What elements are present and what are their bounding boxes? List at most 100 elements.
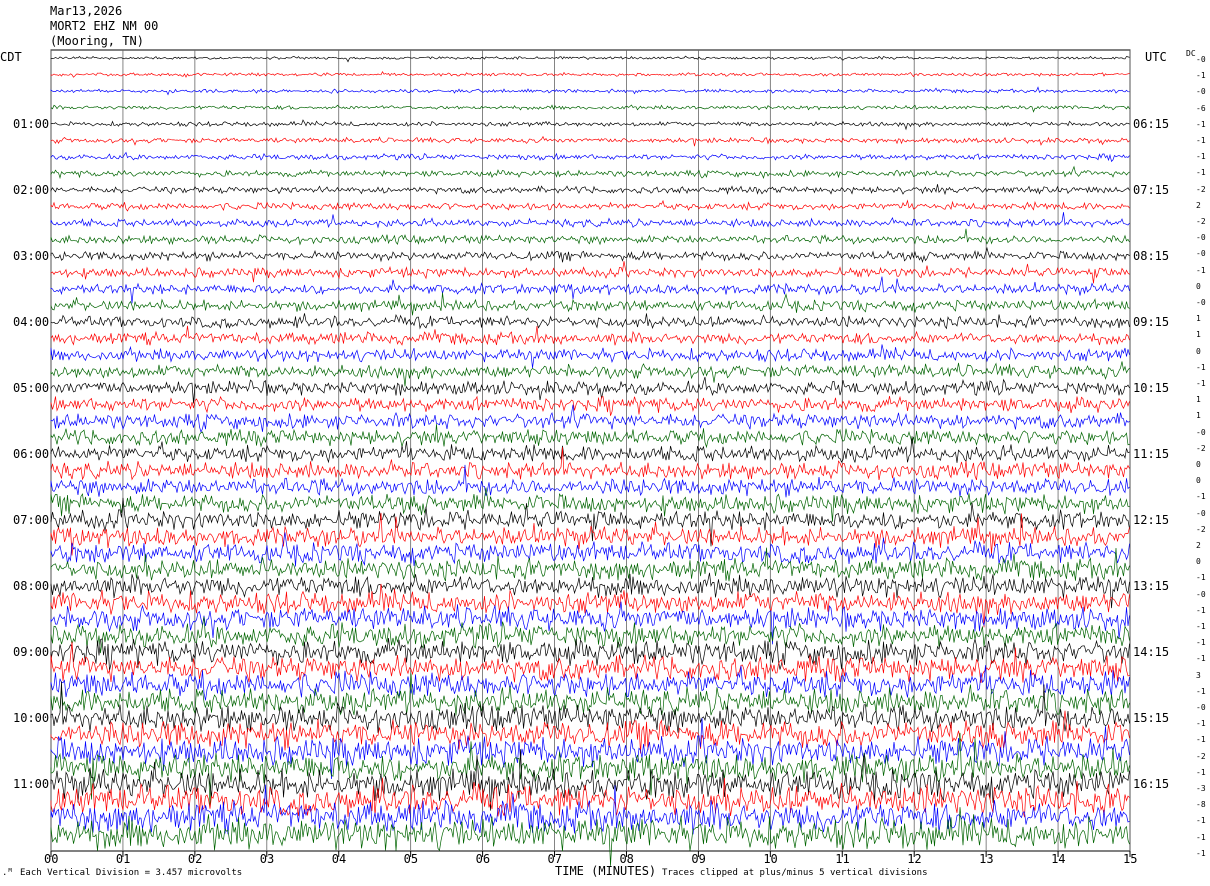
x-tick-label: 11: [835, 852, 850, 866]
dc-offset-value: 1: [1196, 411, 1201, 421]
clip-note: Traces clipped at plus/minus 5 vertical …: [662, 868, 928, 878]
x-tick-label: 06: [475, 852, 491, 866]
dc-offset-value: 0: [1196, 281, 1201, 291]
utc-hour-label: 14:15: [1133, 645, 1170, 659]
dc-offset-value: -1: [1196, 767, 1206, 777]
dc-offset-value: -1: [1196, 265, 1206, 275]
dc-offset-value: 0: [1196, 460, 1201, 469]
x-tick-label: 13: [979, 852, 994, 866]
dc-offset-value: -1: [1196, 379, 1206, 388]
x-tick-label: 09: [691, 852, 706, 866]
seismic-trace: [50, 376, 1130, 404]
seismic-trace: [50, 464, 1130, 498]
seismic-trace: [50, 673, 1130, 716]
utc-hour-label: 07:15: [1133, 183, 1170, 197]
dc-offset-value: -0: [1196, 87, 1206, 97]
seismic-trace: [50, 497, 1130, 547]
dc-offset-value: -2: [1196, 524, 1206, 534]
dc-offset-value: 2: [1196, 200, 1201, 210]
dc-offset-value: -1: [1196, 605, 1206, 615]
seismic-trace: [50, 572, 1130, 609]
dc-offset-value: -1: [1196, 136, 1206, 145]
x-tick-label: 14: [1051, 852, 1066, 866]
dc-offset-value: -0: [1196, 508, 1206, 518]
x-tick-label: 03: [259, 852, 275, 866]
dc-offset-value: -1: [1196, 71, 1206, 81]
x-tick-label: 15: [1123, 852, 1138, 866]
utc-hour-label: 16:15: [1133, 777, 1170, 791]
utc-hour-label: 13:15: [1133, 579, 1170, 593]
seismic-trace: [50, 55, 1130, 63]
cdt-hour-label: 03:00: [13, 249, 50, 263]
seismic-trace: [50, 681, 1130, 733]
dc-offset-value: -1: [1196, 622, 1206, 631]
x-tick-label: 02: [187, 852, 203, 866]
seismic-trace: [50, 404, 1130, 434]
utc-hour-label: 10:15: [1133, 381, 1170, 395]
dc-offset-value: -1: [1196, 119, 1206, 129]
dc-offset-value: -1: [1196, 152, 1206, 162]
x-axis-title: TIME (MINUTES): [555, 864, 657, 878]
cdt-hour-label: 01:00: [13, 117, 50, 131]
dc-offset-value: -2: [1196, 751, 1206, 761]
utc-hour-label: 09:15: [1133, 315, 1170, 329]
dc-offset-value: -1: [1196, 638, 1206, 648]
seismic-trace: [50, 165, 1130, 180]
dc-offset-value: 3: [1196, 670, 1201, 680]
seismic-trace: [50, 637, 1130, 671]
cdt-hour-label: 04:00: [13, 315, 50, 329]
dc-offset-value: -1: [1196, 832, 1206, 842]
utc-hour-label: 06:15: [1133, 117, 1170, 131]
seismic-trace: [50, 344, 1130, 369]
x-tick-label: 12: [907, 852, 922, 866]
utc-hour-label: 11:15: [1133, 447, 1170, 461]
dc-offset-value: -0: [1196, 233, 1206, 243]
seismic-trace: [50, 710, 1130, 754]
dc-offset-value: -1: [1196, 848, 1206, 858]
dc-offset-value: -1: [1196, 735, 1206, 745]
dc-offset-value: -1: [1196, 168, 1206, 178]
seismic-trace: [50, 784, 1130, 835]
seismic-trace: [50, 276, 1130, 304]
dc-offset-value: -1: [1196, 573, 1206, 583]
seismic-trace: [50, 184, 1130, 196]
dc-offset-value: -0: [1196, 298, 1206, 307]
dc-offset-value: -2: [1196, 184, 1206, 194]
dc-offset-value: -0: [1196, 703, 1206, 712]
seismic-trace: [50, 86, 1130, 96]
dc-offset-value: 1: [1196, 330, 1201, 340]
dc-offset-value: -0: [1196, 55, 1206, 64]
seismic-trace: [50, 212, 1130, 229]
seismic-trace: [50, 749, 1130, 811]
seismic-trace: [50, 246, 1130, 264]
seismic-trace: [50, 199, 1130, 212]
cdt-hour-label: 08:00: [13, 579, 50, 593]
dc-offset-value: -2: [1196, 217, 1206, 226]
dc-offset-value: 1: [1196, 314, 1201, 324]
utc-hour-label: 12:15: [1133, 513, 1170, 527]
dc-offset-value: -8: [1196, 800, 1206, 810]
seismic-trace: [50, 313, 1130, 330]
dc-offset-value: -0: [1196, 249, 1206, 259]
seismic-trace: [50, 151, 1130, 163]
dc-offset-value: -1: [1196, 654, 1206, 664]
cdt-hour-label: 11:00: [13, 777, 50, 791]
utc-hour-label: 15:15: [1133, 711, 1170, 725]
seismic-trace: [50, 261, 1130, 284]
dc-offset-value: 0: [1196, 346, 1201, 356]
cdt-hour-label: 05:00: [13, 381, 50, 395]
seismic-trace: [50, 732, 1130, 808]
seismic-trace: [50, 325, 1130, 346]
dc-offset-value: -1: [1196, 492, 1206, 502]
seismic-trace: [50, 292, 1130, 316]
x-tick-label: 00: [44, 852, 59, 866]
x-tick-label: 05: [403, 852, 419, 866]
cdt-hour-label: 07:00: [13, 513, 50, 527]
dc-offset-value: 0: [1196, 476, 1201, 486]
dc-offset-value: -1: [1196, 719, 1206, 729]
helicorder-plot: [50, 49, 1131, 866]
dc-offset-value: -0: [1196, 589, 1206, 599]
seismic-trace: [50, 135, 1130, 147]
x-tick-label: 04: [331, 852, 347, 866]
dc-offset-value: -0: [1196, 427, 1206, 437]
